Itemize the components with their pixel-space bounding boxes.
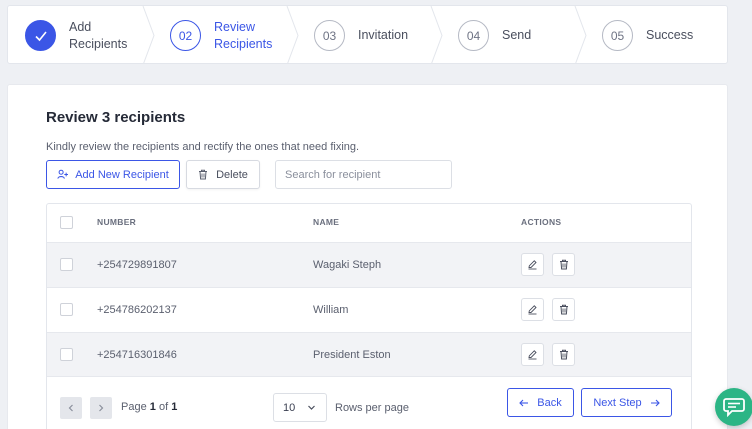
step-number: 02 [170,20,201,51]
add-recipient-button[interactable]: Add New Recipient [46,160,180,189]
column-header-actions: ACTIONS [521,217,562,227]
progress-stepper: Add Recipients 02 Review Recipients 03 I… [7,5,728,64]
step-success[interactable]: 05 Success [602,6,694,63]
recipient-name: President Eston [313,349,391,361]
chevron-separator-icon [286,6,299,63]
edit-button[interactable] [521,343,544,366]
step-label: Success [646,28,694,42]
chevron-separator-icon [574,6,587,63]
page-indicator: Page 1 of 1 [121,401,178,413]
step-send[interactable]: 04 Send [458,6,532,63]
check-icon [25,20,56,51]
chevron-separator-icon [430,6,443,63]
review-card: Review 3 recipients Kindly review the re… [7,84,728,429]
table-row: +254716301846 President Eston [47,332,691,377]
chevron-right-icon [99,404,104,412]
trash-icon [559,349,568,360]
recipient-name: William [313,304,349,316]
table-row: +254729891807 Wagaki Steph [47,242,691,287]
pencil-icon [528,350,537,360]
step-review-recipients[interactable]: 02 Review Recipients [170,6,273,63]
search-input[interactable] [275,160,452,189]
remove-button[interactable] [552,298,575,321]
page-title: Review 3 recipients [46,109,186,126]
edit-button[interactable] [521,253,544,276]
edit-button[interactable] [521,298,544,321]
chevron-separator-icon [142,6,155,63]
recipient-number: +254729891807 [97,259,177,271]
table-footer: Page 1 of 1 10 Rows per page Back Next S… [47,376,691,429]
pencil-icon [528,260,537,270]
arrow-left-icon [519,399,529,406]
pencil-icon [528,305,537,315]
delete-button[interactable]: Delete [186,160,260,189]
step-number: 03 [314,20,345,51]
chat-support-button[interactable] [715,388,752,426]
row-checkbox[interactable] [60,303,73,316]
step-number: 04 [458,20,489,51]
select-all-checkbox[interactable] [60,216,73,229]
page-subtitle: Kindly review the recipients and rectify… [46,141,360,153]
back-label: Back [537,396,562,409]
step-invitation[interactable]: 03 Invitation [314,6,409,63]
next-page-button[interactable] [90,397,112,419]
column-header-name: NAME [313,217,340,227]
add-recipient-label: Add New Recipient [75,168,169,181]
delete-label: Delete [216,168,248,181]
step-add-recipients[interactable]: Add Recipients [25,6,128,63]
chevron-down-icon [308,405,315,410]
trash-icon [199,169,208,180]
table-header: NUMBER NAME ACTIONS [47,204,691,242]
arrow-right-icon [650,399,660,406]
trash-icon [559,259,568,270]
recipient-number: +254716301846 [97,349,177,361]
row-checkbox[interactable] [60,258,73,271]
chevron-left-icon [68,404,73,412]
prev-page-button[interactable] [60,397,82,419]
table-row: +254786202137 William [47,287,691,332]
step-label: Add Recipients [69,19,128,51]
back-button[interactable]: Back [507,388,574,417]
row-checkbox[interactable] [60,348,73,361]
add-user-icon [57,169,69,179]
step-number: 05 [602,20,633,51]
recipients-table: NUMBER NAME ACTIONS +254729891807 Wagaki… [46,203,692,429]
rows-per-page-label: Rows per page [335,402,409,414]
recipient-number: +254786202137 [97,304,177,316]
chat-icon [723,398,745,417]
rows-per-page-value: 10 [283,401,296,414]
step-label: Invitation [358,28,409,42]
next-step-button[interactable]: Next Step [581,388,672,417]
remove-button[interactable] [552,253,575,276]
step-label: Review Recipients [214,19,273,51]
recipient-name: Wagaki Steph [313,259,382,271]
remove-button[interactable] [552,343,575,366]
next-step-label: Next Step [593,396,642,409]
rows-per-page-select[interactable]: 10 [273,393,327,422]
column-header-number: NUMBER [97,217,137,227]
step-label: Send [502,28,532,42]
trash-icon [559,304,568,315]
